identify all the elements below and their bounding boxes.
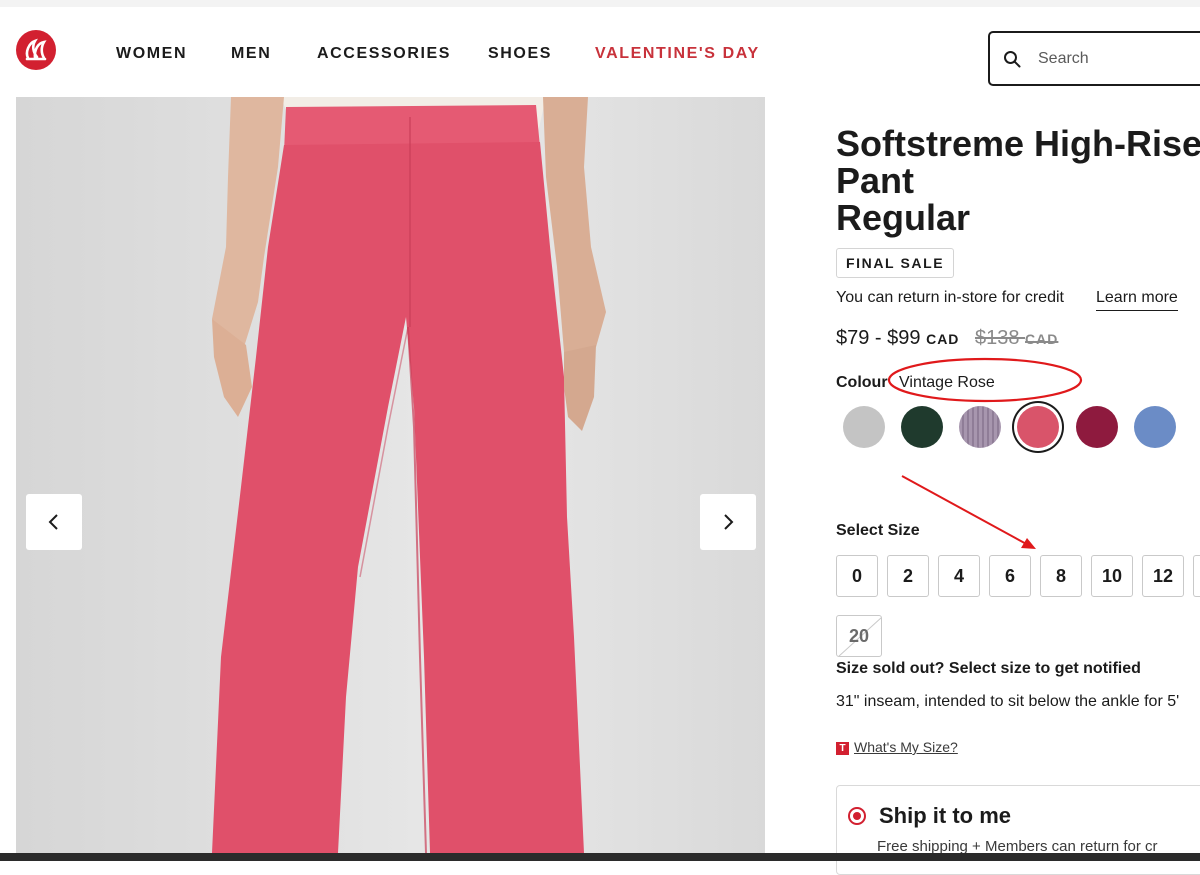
sold-out-note: Size sold out? Select size to get notifi… [836, 660, 1141, 677]
swatch-blue[interactable] [1134, 406, 1176, 448]
search-input[interactable] [1036, 45, 1200, 73]
nav-shoes[interactable]: SHOES [488, 45, 552, 63]
original-price-value: $138 [974, 327, 1020, 349]
product-title: Softstreme High-Rise Pant Regular [836, 125, 1200, 236]
swatch-vintage-rose[interactable] [1017, 406, 1059, 448]
whats-my-size[interactable]: T What's My Size? [836, 739, 958, 755]
inseam-text: 31" inseam, intended to sit below the an… [836, 693, 1180, 710]
size-partial[interactable] [1193, 555, 1200, 597]
true-fit-icon: T [836, 742, 849, 755]
final-sale-badge: FINAL SALE [836, 248, 955, 278]
original-price-currency: CAD [1025, 331, 1059, 347]
size-8[interactable]: 8 [1040, 555, 1082, 597]
nav-women[interactable]: WOMEN [116, 45, 187, 63]
prev-image-button[interactable] [26, 494, 82, 550]
swatch-dark-green[interactable] [901, 406, 943, 448]
price-range: $79 - $99 [836, 327, 921, 349]
pant-photo [212, 97, 606, 853]
price: $79 - $99 CAD $138 CAD [836, 327, 1058, 350]
ship-radio-selected[interactable] [848, 807, 866, 825]
annotation-arrowhead [1021, 538, 1036, 549]
nav-accessories[interactable]: ACCESSORIES [317, 45, 451, 63]
product-title-line-1: Softstreme High-Rise [836, 123, 1200, 164]
swatch-burgundy[interactable] [1076, 406, 1118, 448]
price-currency: CAD [926, 331, 960, 347]
nav-valentines-day[interactable]: VALENTINE'S DAY [595, 45, 760, 63]
swatch-grey[interactable] [843, 406, 885, 448]
size-0[interactable]: 0 [836, 555, 878, 597]
search-icon [1004, 51, 1021, 68]
top-strip [0, 0, 1200, 7]
nav-men[interactable]: MEN [231, 45, 271, 63]
size-10[interactable]: 10 [1091, 555, 1133, 597]
original-price: $138 CAD [975, 327, 1058, 349]
return-policy-text: You can return in-store for credit [836, 289, 1064, 306]
product-image [16, 97, 765, 853]
annotation-arrow [901, 475, 1031, 547]
size-20-label: 20 [848, 626, 870, 646]
chevron-left-icon [48, 514, 58, 530]
size-20-sold-out[interactable]: 20 [836, 615, 882, 657]
ship-title: Ship it to me [879, 803, 1011, 828]
swatch-lavender-stripe[interactable] [959, 406, 1001, 448]
colour-label: Colour [836, 374, 888, 391]
learn-more-link[interactable]: Learn more [1096, 289, 1178, 311]
colour-value: Vintage Rose [899, 374, 995, 391]
search-box[interactable] [988, 31, 1200, 86]
ship-option-box[interactable] [836, 785, 1200, 875]
size-4[interactable]: 4 [938, 555, 980, 597]
select-size-label: Select Size [836, 522, 920, 539]
site-header: WOMEN MEN ACCESSORIES SHOES VALENTINE'S … [0, 7, 1200, 97]
product-title-line-2: Pant [836, 160, 915, 201]
product-title-line-3: Regular [836, 197, 971, 238]
size-6[interactable]: 6 [989, 555, 1031, 597]
whats-my-size-link[interactable]: What's My Size? [854, 739, 958, 755]
size-2[interactable]: 2 [887, 555, 929, 597]
chevron-right-icon [724, 514, 734, 530]
next-image-button[interactable] [700, 494, 756, 550]
bottom-strip [0, 853, 1200, 861]
size-12[interactable]: 12 [1142, 555, 1184, 597]
lululemon-logo-icon[interactable] [16, 30, 56, 70]
